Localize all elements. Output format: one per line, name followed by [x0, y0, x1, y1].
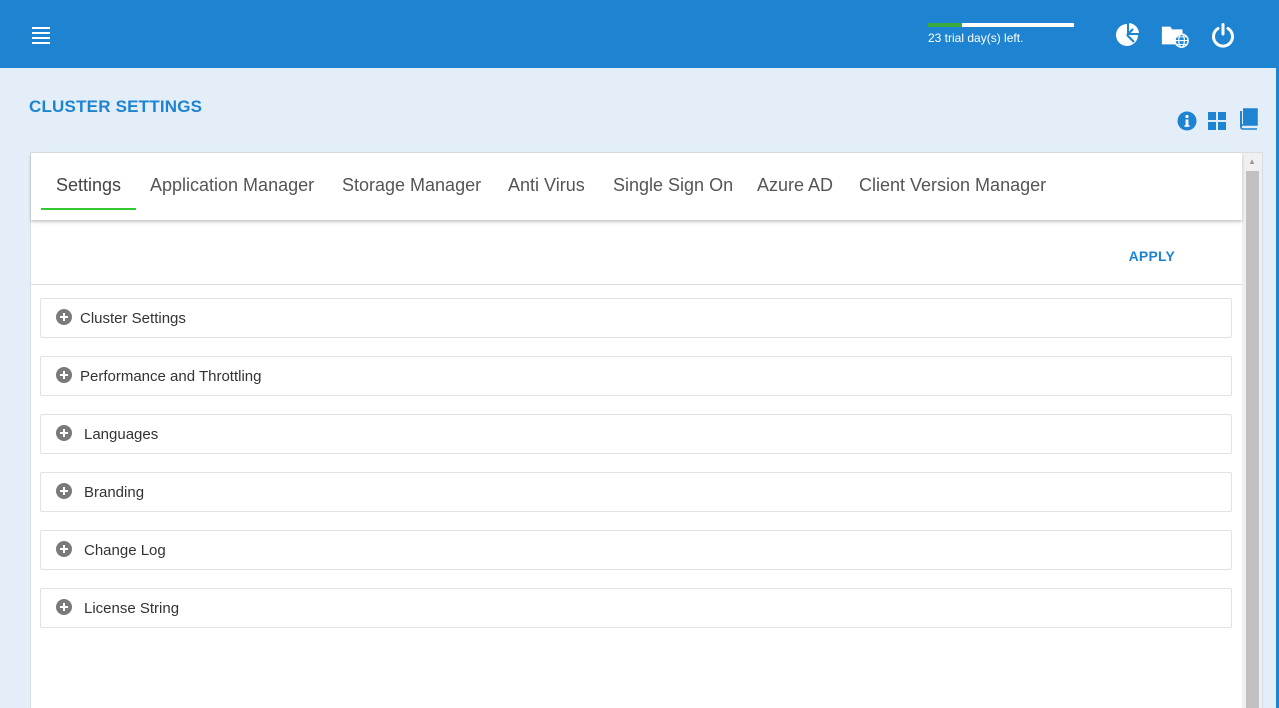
- section-branding[interactable]: Branding: [40, 472, 1232, 512]
- tab-bar: Settings Application Manager Storage Man…: [31, 153, 1242, 220]
- tab-single-sign-on[interactable]: Single Sign On: [598, 153, 748, 210]
- tab-anti-virus[interactable]: Anti Virus: [493, 153, 600, 210]
- section-license-string[interactable]: License String: [40, 588, 1232, 628]
- page-title: CLUSTER SETTINGS: [29, 97, 203, 116]
- menu-icon[interactable]: [28, 22, 54, 46]
- section-label: Cluster Settings: [80, 310, 186, 327]
- tab-storage-manager[interactable]: Storage Manager: [327, 153, 496, 210]
- section-change-log[interactable]: Change Log: [40, 530, 1232, 570]
- trial-days-text: 23 trial day(s) left.: [928, 31, 1024, 45]
- grid-view-icon[interactable]: [1206, 110, 1228, 132]
- expand-plus-icon: [56, 599, 72, 615]
- section-performance-throttling[interactable]: Performance and Throttling: [40, 356, 1232, 396]
- section-languages[interactable]: Languages: [40, 414, 1232, 454]
- folder-globe-icon[interactable]: [1160, 20, 1190, 50]
- tab-client-version-manager[interactable]: Client Version Manager: [844, 153, 1061, 210]
- tab-application-manager[interactable]: Application Manager: [135, 153, 329, 210]
- section-label: License String: [84, 600, 180, 617]
- expand-plus-icon: [56, 309, 72, 325]
- vertical-scrollbar[interactable]: ▲: [1242, 153, 1262, 708]
- section-label: Change Log: [84, 542, 166, 559]
- trial-indicator: 23 trial day(s) left.: [928, 23, 1074, 45]
- section-label: Branding: [84, 484, 145, 501]
- expand-plus-icon: [56, 367, 72, 383]
- expand-plus-icon: [56, 425, 72, 441]
- expand-plus-icon: [56, 483, 72, 499]
- scroll-up-arrow-icon[interactable]: ▲: [1242, 153, 1262, 170]
- apply-button[interactable]: APPLY: [1129, 248, 1175, 264]
- tab-azure-ad[interactable]: Azure AD: [742, 153, 848, 210]
- power-icon[interactable]: [1208, 20, 1238, 50]
- action-row: APPLY: [31, 220, 1242, 285]
- expand-plus-icon: [56, 541, 72, 557]
- settings-panel: Settings Application Manager Storage Man…: [30, 152, 1263, 708]
- section-label: Languages: [84, 426, 159, 443]
- top-app-bar: 23 trial day(s) left.: [0, 0, 1279, 68]
- trial-progress-fill: [928, 23, 962, 27]
- trial-progress-bar: [928, 23, 1074, 27]
- book-icon[interactable]: [1238, 108, 1260, 130]
- scroll-thumb[interactable]: [1246, 171, 1259, 708]
- section-label: Performance and Throttling: [80, 368, 262, 385]
- info-icon[interactable]: [1176, 110, 1198, 132]
- section-cluster-settings[interactable]: Cluster Settings: [40, 298, 1232, 338]
- tab-settings[interactable]: Settings: [41, 153, 137, 210]
- dashboard-chart-icon[interactable]: [1112, 20, 1142, 50]
